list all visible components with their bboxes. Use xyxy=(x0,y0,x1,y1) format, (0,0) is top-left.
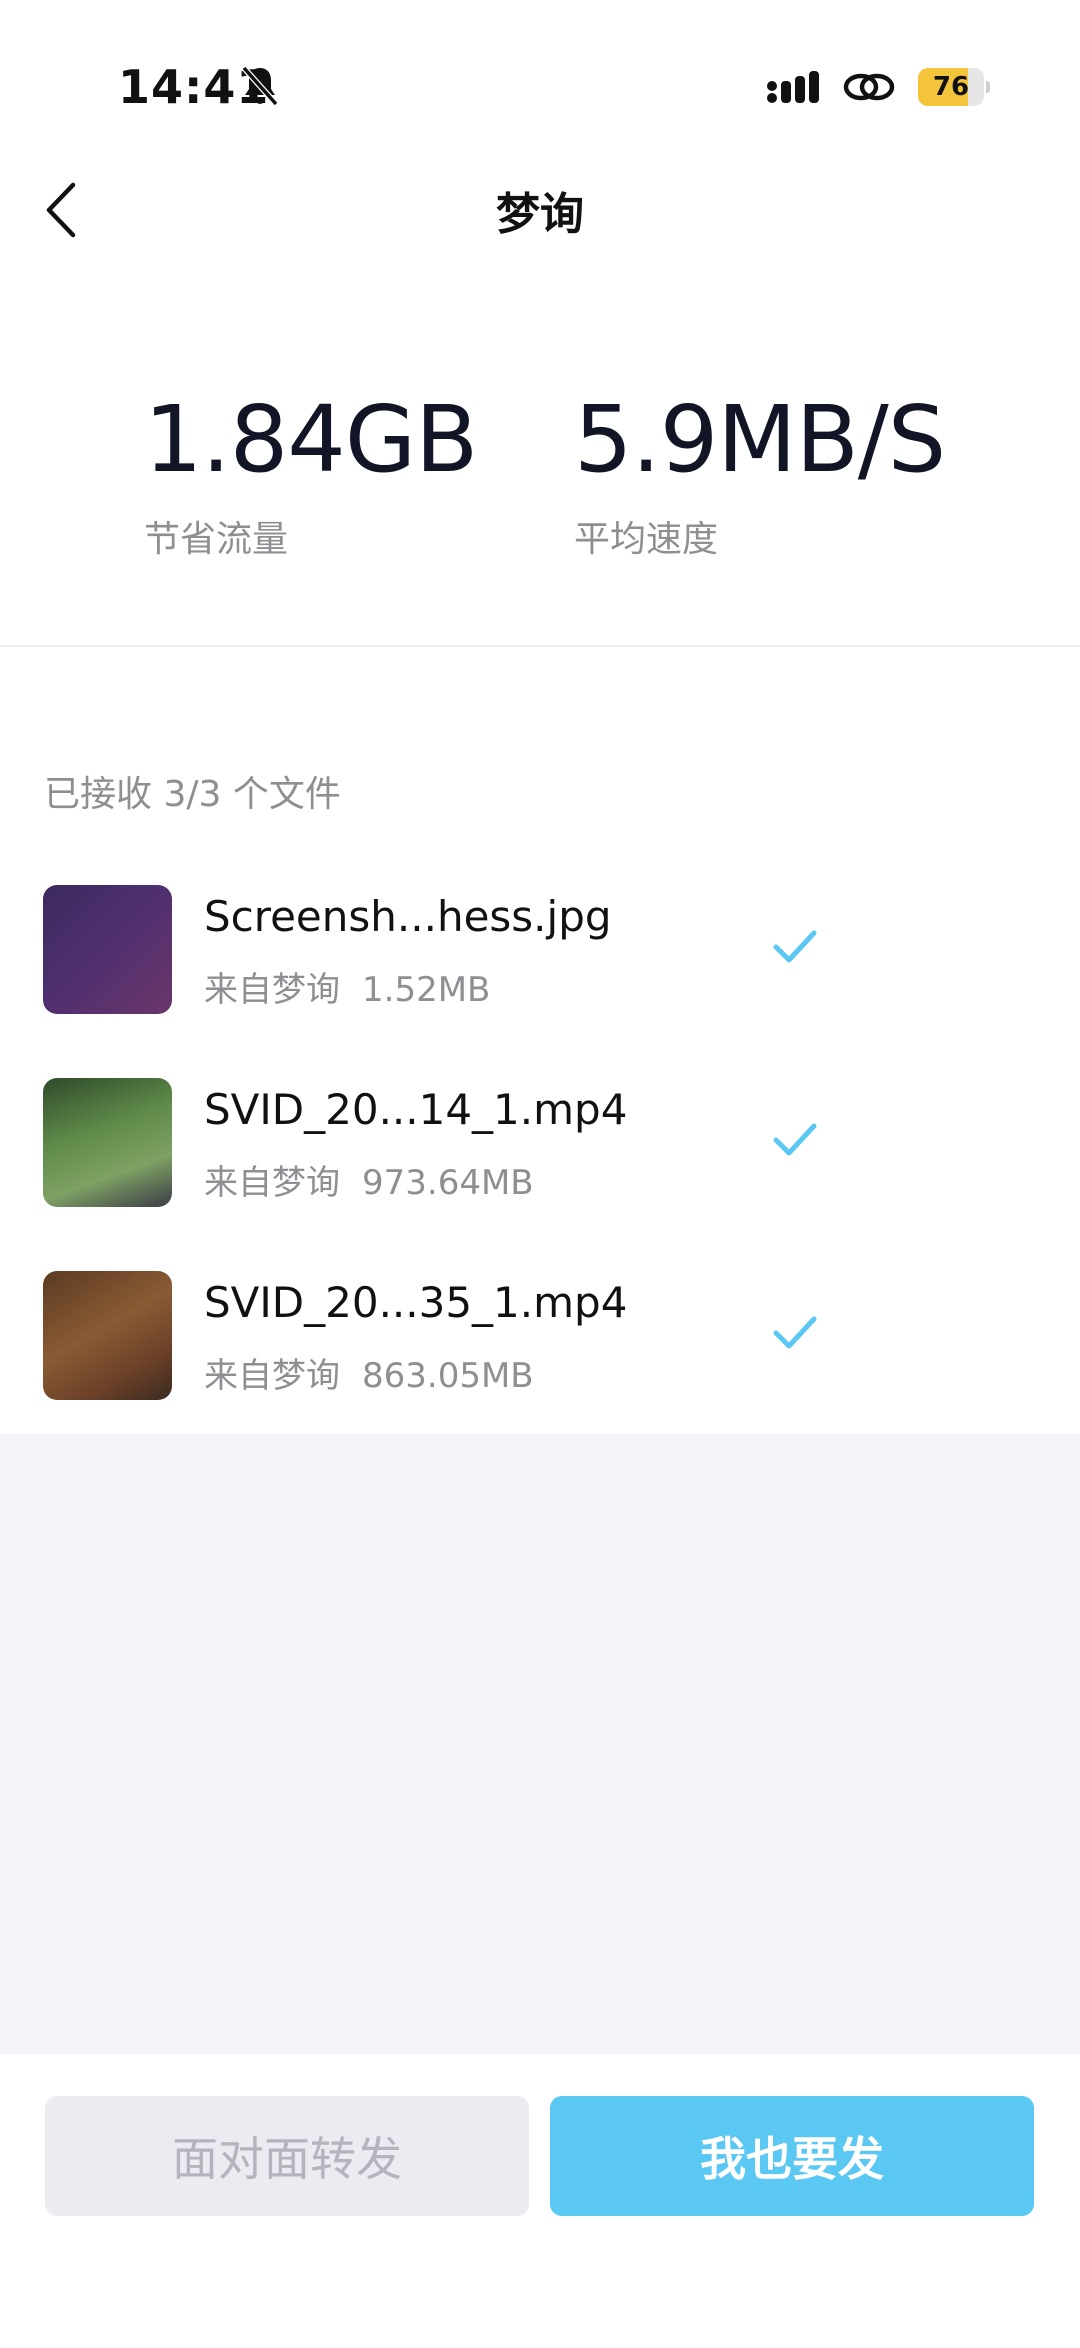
file-source: 来自梦询 xyxy=(204,1356,340,1396)
saved-traffic-label: 节省流量 xyxy=(144,519,289,560)
file-name: Screensh...hess.jpg xyxy=(204,892,612,941)
average-speed-label: 平均速度 xyxy=(574,519,719,560)
divider xyxy=(0,645,1080,647)
file-item[interactable]: SVID_20...35_1.mp4 来自梦询 863.05MB xyxy=(0,1256,1080,1449)
file-name: SVID_20...14_1.mp4 xyxy=(204,1085,628,1134)
file-meta: 来自梦询 973.64MB xyxy=(204,1155,534,1204)
battery-body: 76 xyxy=(918,68,984,106)
file-size: 863.05MB xyxy=(362,1356,534,1396)
bell-muted-icon xyxy=(241,66,279,106)
file-source: 来自梦询 xyxy=(204,1163,340,1203)
file-thumbnail xyxy=(43,1078,172,1207)
file-list: Screensh...hess.jpg 来自梦询 1.52MB SVID_20..… xyxy=(0,870,1080,1449)
file-thumbnail xyxy=(43,885,172,1014)
file-name: SVID_20...35_1.mp4 xyxy=(204,1278,628,1327)
file-item[interactable]: Screensh...hess.jpg 来自梦询 1.52MB xyxy=(0,870,1080,1063)
check-icon xyxy=(773,930,817,963)
check-icon xyxy=(773,1316,817,1349)
check-icon xyxy=(773,1123,817,1156)
page-title: 梦询 xyxy=(496,189,584,240)
file-source: 来自梦询 xyxy=(204,970,340,1010)
send-too-button[interactable]: 我也要发 xyxy=(550,2096,1034,2216)
file-size: 1.52MB xyxy=(362,970,491,1010)
file-size: 973.64MB xyxy=(362,1163,534,1203)
battery-icon: 76 xyxy=(918,68,990,106)
face-to-face-forward-button[interactable]: 面对面转发 xyxy=(45,2096,529,2216)
file-item[interactable]: SVID_20...14_1.mp4 来自梦询 973.64MB xyxy=(0,1063,1080,1256)
link-icon xyxy=(843,73,895,101)
average-speed-stat: 5.9MB/S 平均速度 xyxy=(574,386,946,562)
bottom-action-bar: 面对面转发 我也要发 xyxy=(0,2054,1080,2348)
signal-icon xyxy=(767,71,819,103)
received-files-header: 已接收 3/3 个文件 xyxy=(44,774,341,815)
saved-traffic-value: 1.84GB xyxy=(144,386,478,493)
battery-tip xyxy=(986,81,990,93)
saved-traffic-stat: 1.84GB 节省流量 xyxy=(144,386,478,562)
receive-summary-screen: 14:41 76 梦询 1.84GB 节省流量 5.9MB/S 平均速度 已接收… xyxy=(0,0,1080,2348)
file-meta: 来自梦询 1.52MB xyxy=(204,962,490,1011)
file-thumbnail xyxy=(43,1271,172,1400)
status-bar: 14:41 76 xyxy=(0,0,1080,160)
battery-level: 76 xyxy=(932,72,970,102)
file-meta: 来自梦询 863.05MB xyxy=(204,1348,534,1397)
empty-area xyxy=(0,1434,1080,2054)
average-speed-value: 5.9MB/S xyxy=(574,386,946,493)
